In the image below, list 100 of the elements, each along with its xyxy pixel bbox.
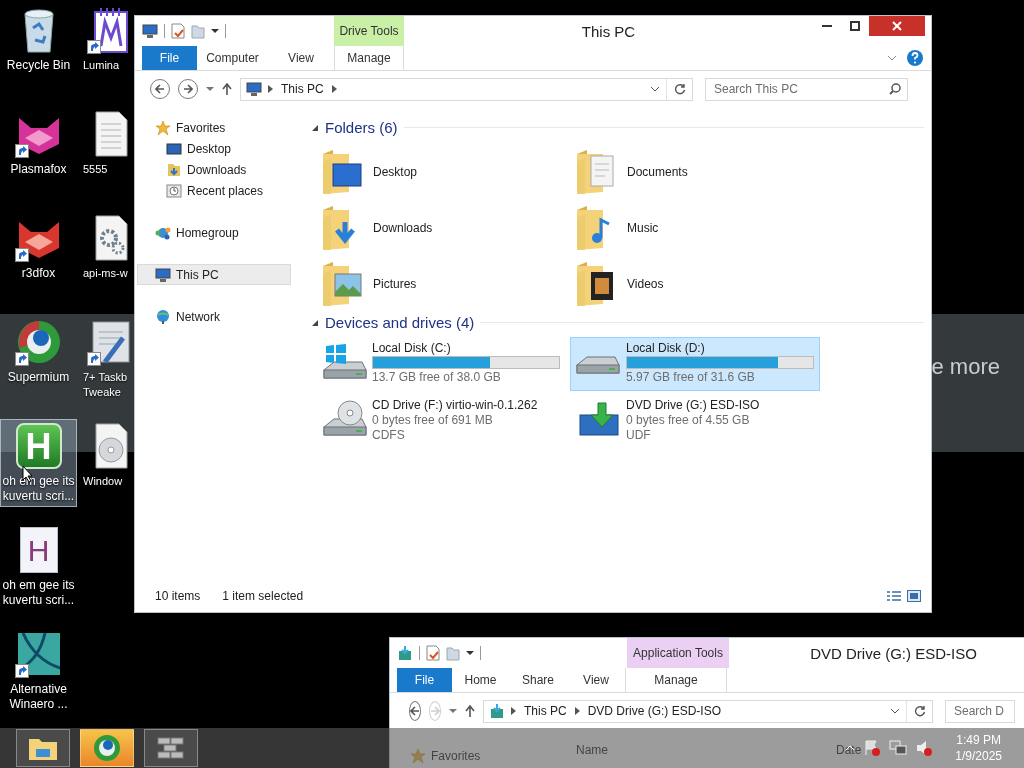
nav-item[interactable]: Homegroup	[137, 222, 291, 243]
ribbon-tab[interactable]: View	[268, 46, 334, 70]
nav-item[interactable]: Favorites	[392, 745, 546, 766]
document-check-icon	[426, 645, 440, 661]
up-arrow-icon	[465, 705, 475, 717]
star-icon	[155, 119, 171, 136]
nav-item[interactable]: This PC	[137, 264, 291, 285]
taskbar-button[interactable]	[144, 729, 198, 767]
desktop-shortcut[interactable]: H oh em gee its kuvertu scri...	[0, 523, 77, 611]
folder-item[interactable]: Downloads	[319, 200, 573, 256]
address-bar[interactable]: This PC	[240, 77, 693, 101]
app-install-icon	[397, 645, 413, 661]
breadcrumb[interactable]: This PC	[522, 704, 569, 718]
ribbon-tab[interactable]: Share	[509, 668, 567, 692]
free-space-text: 0 bytes free of 691 MB	[372, 413, 494, 427]
address-dropdown-button[interactable]	[890, 708, 900, 714]
expand-ribbon-button[interactable]	[887, 55, 897, 61]
taskbar-button[interactable]	[80, 729, 134, 767]
desktop-shortcut[interactable]: Alternative Winaero ...	[0, 627, 77, 715]
chevron-right-icon	[268, 85, 273, 93]
chevron-down-icon	[650, 86, 660, 92]
taskbar-button[interactable]	[16, 729, 70, 767]
nav-item[interactable]: Downloads	[137, 159, 291, 180]
document-icon: H	[19, 527, 58, 573]
breadcrumb[interactable]: DVD Drive (G:) ESD-ISO	[585, 704, 724, 718]
hard-drive-icon	[576, 356, 620, 374]
tiles-view-button[interactable]	[907, 590, 921, 602]
desktop-shortcut[interactable]: Plasmafox	[0, 107, 77, 180]
details-view-button[interactable]	[887, 590, 901, 602]
drive-name: CD Drive (F:) virtio-win-0.1.262	[372, 398, 538, 412]
folder-item[interactable]: Documents	[573, 144, 827, 200]
chevron-right-icon	[331, 85, 337, 93]
desktop-shortcut[interactable]: 7+ Taskb Tweake	[78, 315, 132, 403]
ribbon-tab[interactable]: Manage	[334, 46, 404, 70]
forward-button[interactable]	[178, 79, 198, 99]
address-bar[interactable]: This PC DVD Drive (G:) ESD-ISO	[483, 699, 933, 723]
drive-item[interactable]: Local Disk (D:) 5.97 GB free of 31.6 GB	[570, 337, 820, 391]
address-dropdown-button[interactable]	[650, 86, 660, 92]
window-title: DVD Drive (G:) ESD-ISO	[809, 643, 978, 664]
forward-arrow-icon	[430, 706, 440, 716]
folder-icon	[191, 23, 205, 39]
customize-caret-icon	[466, 650, 474, 656]
ribbon-tab[interactable]: File	[397, 668, 452, 692]
contextual-tab-label: Drive Tools	[334, 16, 404, 46]
drive-item[interactable]: Local Disk (C:) 13.7 GB free of 38.0 GB	[316, 337, 566, 391]
ribbon-tab[interactable]: File	[142, 46, 197, 70]
forward-arrow-icon	[183, 84, 193, 94]
desktop-shortcut[interactable]: Lumina	[78, 3, 132, 76]
desktop-shortcut[interactable]: 5555	[78, 107, 132, 180]
action-center-flag-icon	[863, 739, 882, 757]
ribbon-tab[interactable]: Manage	[625, 668, 727, 692]
nav-item[interactable]: Desktop	[137, 138, 291, 159]
nav-item[interactable]: Network	[137, 306, 291, 327]
section-heading: Folders (6)	[325, 119, 398, 136]
desktop-shortcut[interactable]: Recycle Bin	[0, 3, 77, 76]
search-box[interactable]: Search D	[945, 699, 1015, 723]
free-space-text: 0 bytes free of 4.55 GB	[626, 413, 751, 427]
nav-item[interactable]: Recent places	[137, 180, 291, 201]
selection-count: 1 item selected	[222, 589, 304, 603]
ribbon-tab[interactable]: Home	[452, 668, 509, 692]
folder-item[interactable]: Desktop	[319, 144, 573, 200]
search-box[interactable]: Search This PC	[705, 77, 908, 101]
refresh-icon	[673, 83, 686, 95]
network-icon	[155, 308, 171, 325]
star-icon	[410, 747, 426, 764]
column-header[interactable]: Date	[836, 743, 862, 757]
drive-item[interactable]: CD Drive (F:) virtio-win-0.1.262 0 bytes free of 691 MB CDFS	[316, 394, 566, 448]
close-button[interactable]	[869, 16, 925, 36]
background-text: e more	[931, 354, 1000, 380]
ribbon-tab[interactable]: Computer	[197, 46, 268, 70]
downloads-folder-icon	[166, 161, 182, 178]
folder-item[interactable]: Pictures	[319, 256, 573, 312]
contextual-tab-label: Application Tools	[627, 638, 729, 668]
back-button[interactable]	[409, 701, 421, 721]
back-button[interactable]	[150, 79, 170, 99]
drive-item[interactable]: DVD Drive (G:) ESD-ISO 0 bytes free of 4.55 GB UDF	[570, 394, 820, 448]
collapse-arrow-icon	[311, 123, 319, 132]
help-button[interactable]	[907, 50, 923, 66]
chevron-right-icon	[574, 707, 580, 715]
folder-item[interactable]: Videos	[573, 256, 827, 312]
desktop-shortcut[interactable]: Supermium	[0, 315, 77, 388]
folder-item[interactable]: Music	[573, 200, 827, 256]
breadcrumb[interactable]: This PC	[279, 82, 326, 96]
recent-locations-button[interactable]	[206, 86, 214, 92]
window-title: This PC	[580, 21, 637, 42]
nav-item[interactable]: Favorites	[137, 117, 291, 138]
network-icon	[889, 739, 908, 757]
ribbon-tab[interactable]: View	[567, 668, 625, 692]
recent-locations-button[interactable]	[449, 708, 457, 714]
desktop-shortcut[interactable]: Window	[78, 419, 132, 492]
desktop-shortcut[interactable]: r3dfox	[0, 211, 77, 284]
column-header[interactable]: Name	[576, 743, 608, 757]
chevron-right-icon	[511, 707, 516, 715]
close-icon	[892, 21, 902, 31]
up-button[interactable]	[222, 83, 232, 95]
desktop-shortcut[interactable]: api-ms-w	[78, 211, 132, 284]
drive-name: Local Disk (C:)	[372, 341, 452, 355]
up-button[interactable]	[465, 705, 475, 717]
search-icon	[889, 83, 901, 95]
file-system-text: CDFS	[372, 428, 406, 442]
